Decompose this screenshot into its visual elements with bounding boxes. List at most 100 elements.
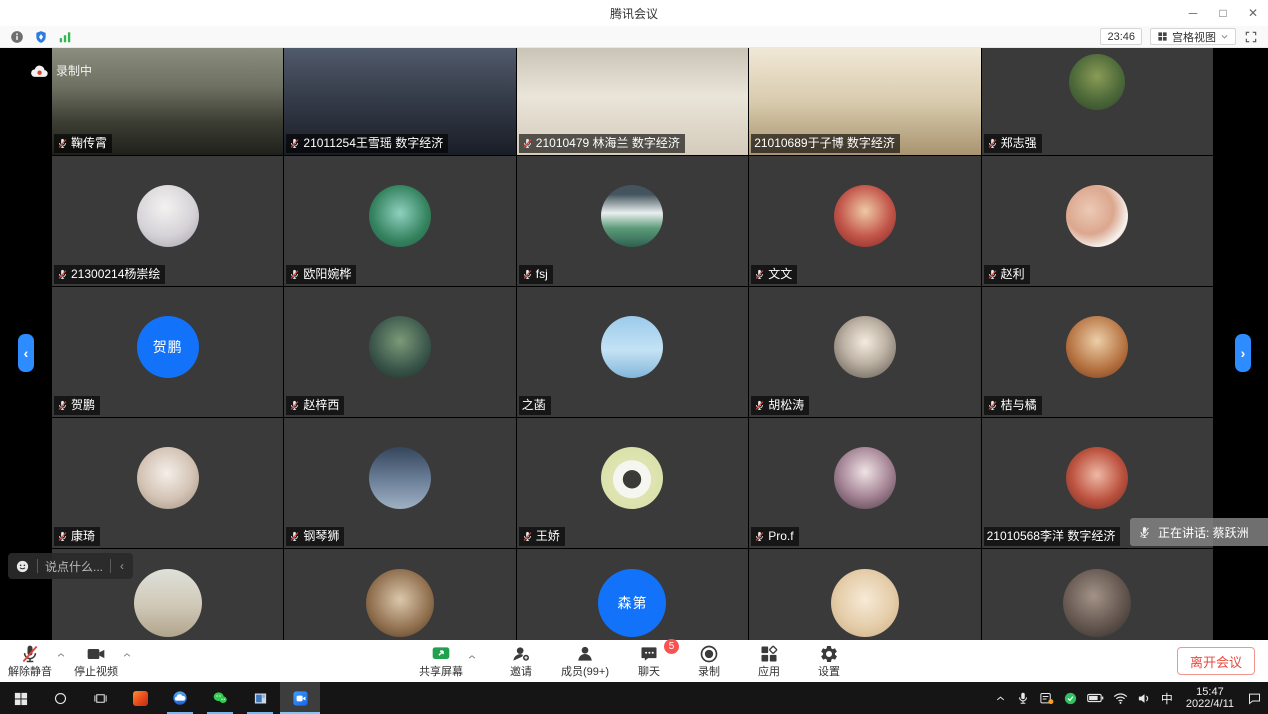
speaker-mic-icon	[1138, 526, 1151, 539]
tray-battery-icon[interactable]	[1087, 692, 1104, 704]
participant-tile[interactable]: 文文	[749, 156, 980, 286]
unmute-button[interactable]: 解除静音	[6, 644, 54, 678]
search-button[interactable]	[40, 682, 80, 714]
apps-button[interactable]: 应用	[747, 644, 791, 678]
record-label: 录制	[698, 666, 720, 678]
divider	[110, 559, 111, 573]
mic-options-caret[interactable]	[56, 650, 66, 660]
participant-tile[interactable]: 康琦	[52, 418, 283, 548]
participant-tile[interactable]: 21010689于子博 数字经济	[749, 48, 980, 155]
video-options-caret[interactable]	[122, 650, 132, 660]
participant-avatar	[1066, 447, 1128, 509]
maximize-button[interactable]: □	[1208, 0, 1238, 26]
tencent-meeting-app-icon[interactable]	[280, 682, 320, 714]
participant-avatar	[134, 569, 202, 637]
taskbar-clock[interactable]: 15:47 2022/4/11	[1182, 686, 1238, 710]
next-page-button[interactable]: ›	[1235, 334, 1251, 372]
participant-tile[interactable]: 赵梓西	[284, 287, 515, 417]
video-grid: 鞠传霄 21011254王雪瑶 数字经济21010479 林海兰 数字经济2101…	[52, 48, 1213, 640]
tray-mic-icon[interactable]	[1016, 691, 1030, 705]
participant-name-tag: 21300214杨崇绘	[54, 265, 165, 284]
system-tray: 中 15:47 2022/4/11	[994, 686, 1268, 710]
apps-label: 应用	[758, 666, 780, 678]
participant-tile[interactable]: 21011254王雪瑶 数字经济	[284, 48, 515, 155]
tray-volume-icon[interactable]	[1137, 691, 1152, 706]
members-button[interactable]: 成员(99+)	[559, 644, 611, 678]
prev-page-button[interactable]: ‹	[18, 334, 34, 372]
divider	[37, 559, 38, 573]
apps-grid-icon	[759, 644, 779, 664]
tray-chevron-up-icon[interactable]	[994, 692, 1007, 705]
settings-button[interactable]: 设置	[807, 644, 851, 678]
participant-tile[interactable]: 王娇	[517, 418, 748, 548]
muted-mic-icon	[289, 138, 300, 149]
participant-tile[interactable]: 21010479 林海兰 数字经济	[517, 48, 748, 155]
participant-tile[interactable]: 21300214杨崇绘	[52, 156, 283, 286]
participant-name: 之菡	[522, 397, 546, 413]
fullscreen-icon[interactable]	[1244, 30, 1258, 44]
participant-name-tag: 鞠传霄	[54, 134, 112, 153]
participant-tile[interactable]: Pro.f	[749, 418, 980, 548]
participant-avatar	[601, 447, 663, 509]
chat-button[interactable]: 5 聊天	[627, 644, 671, 678]
tray-wifi-icon[interactable]	[1113, 691, 1128, 706]
speaking-label: 正在讲话: 蔡跃洲	[1158, 524, 1249, 541]
grid-view-icon	[1157, 31, 1168, 42]
participant-name: 欧阳婉桦	[303, 266, 351, 282]
photos-app-icon[interactable]	[240, 682, 280, 714]
participant-tile[interactable]: 郑志强	[982, 48, 1213, 155]
participant-tile[interactable]: 赵利	[982, 156, 1213, 286]
network-signal-icon[interactable]	[58, 30, 72, 44]
task-view-button[interactable]	[80, 682, 120, 714]
participant-name-tag: 赵利	[984, 265, 1030, 284]
participant-tile[interactable]: fsj	[517, 156, 748, 286]
participant-avatar	[369, 447, 431, 509]
participant-tile[interactable]	[284, 549, 515, 640]
office-app-icon[interactable]	[120, 682, 160, 714]
participant-tile[interactable]	[982, 549, 1213, 640]
view-mode-selector[interactable]: 宫格视图	[1150, 28, 1236, 45]
minimize-button[interactable]: ─	[1178, 0, 1208, 26]
chat-input-placeholder[interactable]: 说点什么...	[45, 558, 103, 575]
tray-security-icon[interactable]	[1063, 691, 1078, 706]
stop-video-button[interactable]: 停止视频	[72, 644, 120, 678]
muted-mic-icon	[289, 269, 300, 280]
participant-tile[interactable]: 森第	[517, 549, 748, 640]
invite-button[interactable]: 邀请	[499, 644, 543, 678]
participant-name-tag: 之菡	[519, 396, 551, 415]
muted-mic-icon	[20, 644, 40, 664]
tray-messenger-icon[interactable]	[1039, 691, 1054, 706]
participant-tile[interactable]	[749, 549, 980, 640]
qq-browser-app-icon[interactable]	[160, 682, 200, 714]
participant-tile[interactable]: 贺鹏贺鹏	[52, 287, 283, 417]
participant-tile[interactable]: 之菡	[517, 287, 748, 417]
participant-tile[interactable]: 桔与橘	[982, 287, 1213, 417]
participant-tile[interactable]: 欧阳婉桦	[284, 156, 515, 286]
meeting-duration: 23:46	[1100, 28, 1142, 45]
start-button[interactable]	[0, 682, 40, 714]
participant-tile[interactable]: 胡松涛	[749, 287, 980, 417]
chat-collapse-icon[interactable]: ‹	[118, 559, 126, 573]
emoji-icon[interactable]	[15, 559, 30, 574]
participant-avatar	[601, 316, 663, 378]
record-icon	[699, 644, 719, 664]
window-title: 腾讯会议	[610, 5, 658, 22]
participant-name-tag: 钢琴狮	[286, 527, 344, 546]
participant-name-tag: 贺鹏	[54, 396, 100, 415]
meeting-info-icon[interactable]	[10, 30, 24, 44]
ime-indicator[interactable]: 中	[1161, 690, 1173, 707]
leave-meeting-button[interactable]: 离开会议	[1177, 647, 1255, 675]
muted-mic-icon	[522, 531, 533, 542]
muted-mic-icon	[754, 531, 765, 542]
security-shield-icon[interactable]	[34, 30, 48, 44]
record-button[interactable]: 录制	[687, 644, 731, 678]
wechat-app-icon[interactable]	[200, 682, 240, 714]
share-screen-button[interactable]: 共享屏幕	[417, 644, 465, 678]
close-button[interactable]: ✕	[1238, 0, 1268, 26]
participant-tile[interactable]: 钢琴狮	[284, 418, 515, 548]
members-icon	[575, 644, 595, 664]
share-options-caret[interactable]	[467, 652, 477, 662]
quick-chat-bubble[interactable]: 说点什么... ‹	[8, 553, 133, 579]
taskbar-date: 2022/4/11	[1186, 698, 1234, 710]
action-center-icon[interactable]	[1247, 691, 1262, 706]
